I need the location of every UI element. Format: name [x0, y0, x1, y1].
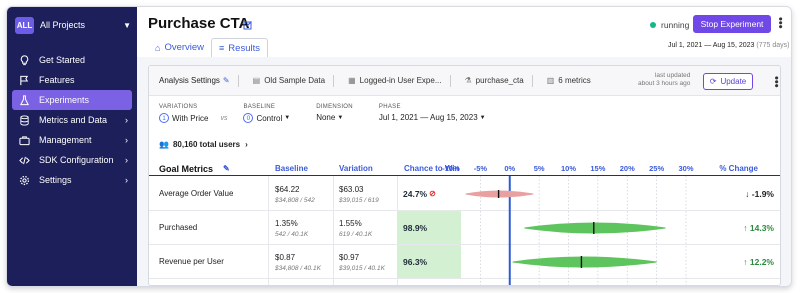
- flask-icon: [18, 94, 30, 106]
- sidebar-item-management[interactable]: Management ›: [12, 130, 132, 150]
- project-selector[interactable]: ALL All Projects ▼: [15, 14, 131, 36]
- database-icon: [18, 114, 30, 126]
- caret-down-icon: ▼: [123, 20, 131, 30]
- briefcase-icon: [18, 134, 30, 146]
- sidebar-item-label: Get Started: [39, 55, 86, 65]
- tab-label: Results: [228, 42, 260, 54]
- tab-bar: ⌂ Overview ≡ Results: [148, 38, 268, 57]
- sidebar-item-label: Experiments: [39, 95, 90, 105]
- sidebar-item-label: Features: [39, 75, 75, 85]
- list-icon: ≡: [219, 43, 225, 53]
- sidebar-item-label: Settings: [39, 175, 72, 185]
- sidebar-item-sdk-configuration[interactable]: SDK Configuration ›: [12, 150, 132, 170]
- sidebar-item-label: Management: [39, 135, 92, 145]
- sidebar-item-experiments[interactable]: Experiments: [12, 90, 132, 110]
- chevron-right-icon: ›: [125, 115, 128, 125]
- chevron-right-icon: ›: [125, 135, 128, 145]
- app-window: ALL All Projects ▼ Get Started Features …: [6, 6, 792, 287]
- page-title: Purchase CTA: [148, 15, 250, 32]
- results-violin-chart: [465, 176, 687, 285]
- status-dot-icon: [650, 22, 656, 28]
- date-range-text: Jul 1, 2021 — Aug 15, 2023: [668, 42, 755, 49]
- sidebar-nav: Get Started Features Experiments Metrics…: [12, 50, 132, 190]
- project-badge: ALL: [15, 16, 34, 34]
- sidebar-item-features[interactable]: Features: [12, 70, 132, 90]
- date-days-text: (775 days): [756, 42, 790, 49]
- results-card: Analysis Settings ✎ ▤ Old Sample Data ▦ …: [148, 65, 781, 286]
- tab-label: Overview: [164, 42, 205, 53]
- sidebar-item-metrics-and-data[interactable]: Metrics and Data ›: [12, 110, 132, 130]
- project-name: All Projects: [40, 20, 86, 30]
- flag-icon: [18, 74, 30, 86]
- code-icon: [18, 154, 30, 166]
- sidebar-item-label: Metrics and Data: [39, 115, 108, 125]
- more-options-icon[interactable]: •••: [774, 17, 786, 29]
- status-text: running: [661, 20, 690, 30]
- stop-experiment-button[interactable]: Stop Experiment: [693, 15, 771, 33]
- sidebar-item-get-started[interactable]: Get Started: [12, 50, 132, 70]
- tab-results[interactable]: ≡ Results: [211, 38, 268, 57]
- lightbulb-icon: [18, 54, 30, 66]
- sidebar-item-label: SDK Configuration: [39, 155, 114, 165]
- main-content: Purchase CTA ⌂ Overview ≡ Results runnin…: [137, 7, 791, 286]
- experiment-header: Purchase CTA ⌂ Overview ≡ Results runnin…: [137, 7, 791, 57]
- status-badge: running: [650, 20, 689, 30]
- gear-icon: [18, 174, 30, 186]
- edit-icon[interactable]: [243, 17, 253, 30]
- experiment-date-range: Jul 1, 2021 — Aug 15, 2023 (775 days): [668, 42, 789, 49]
- violin-interval[interactable]: [524, 222, 666, 234]
- violin-interval[interactable]: [465, 190, 534, 198]
- chevron-right-icon: ›: [125, 175, 128, 185]
- sidebar: ALL All Projects ▼ Get Started Features …: [7, 7, 137, 286]
- sidebar-item-settings[interactable]: Settings ›: [12, 170, 132, 190]
- violin-interval[interactable]: [512, 256, 657, 268]
- tab-overview[interactable]: ⌂ Overview: [148, 38, 211, 57]
- home-icon: ⌂: [155, 42, 161, 53]
- chevron-right-icon: ›: [125, 155, 128, 165]
